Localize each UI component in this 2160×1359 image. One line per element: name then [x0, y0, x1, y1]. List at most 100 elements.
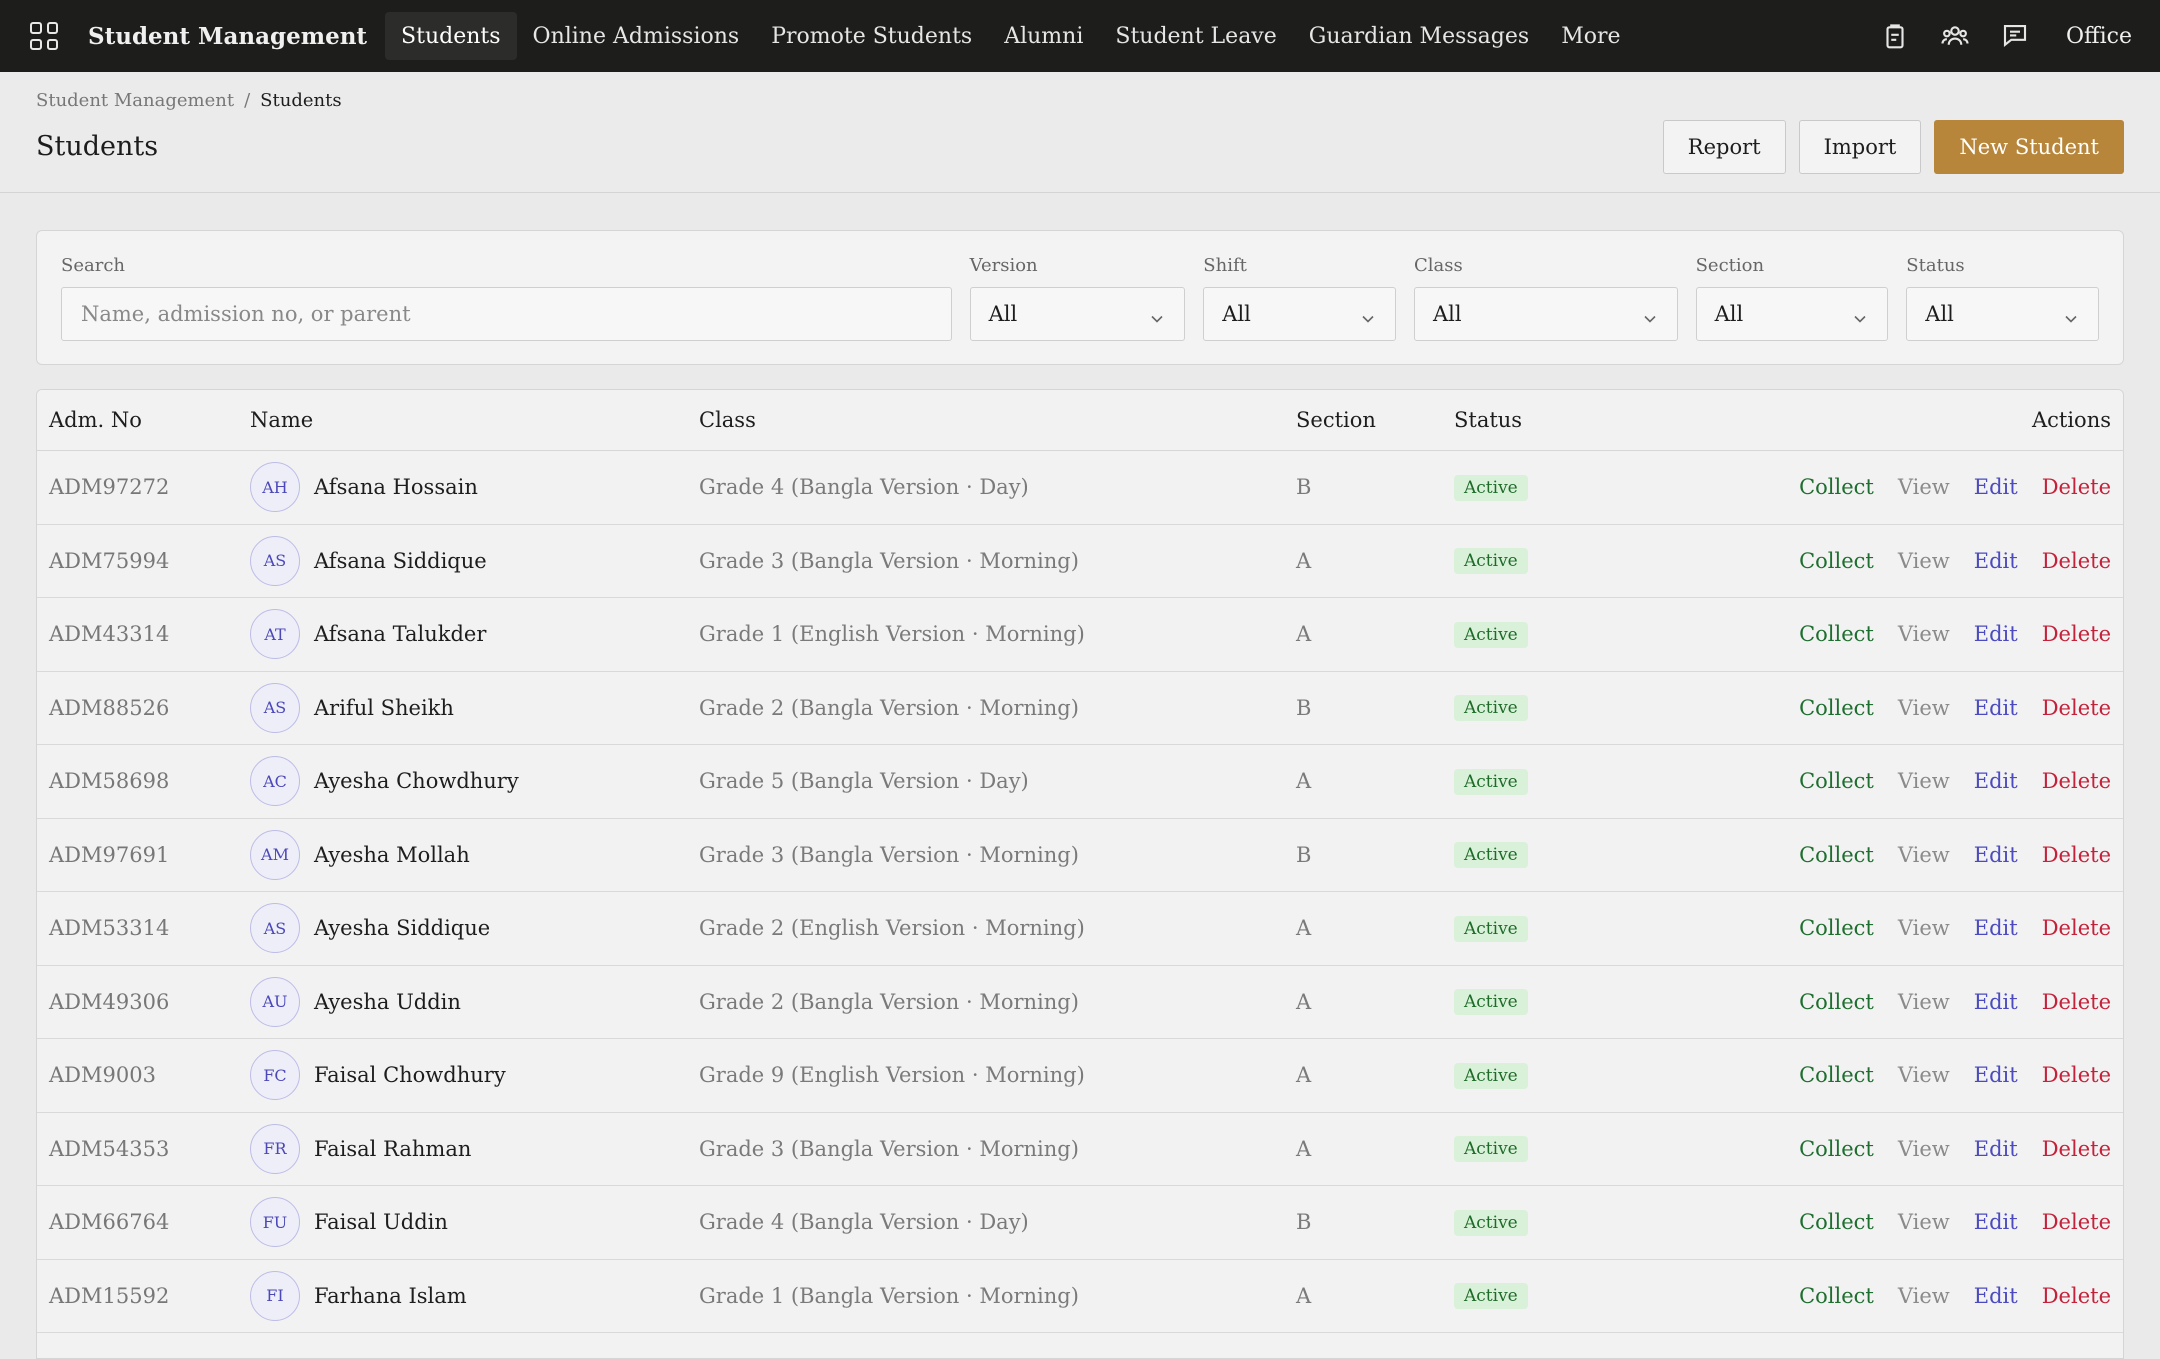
nav-item-student-leave[interactable]: Student Leave: [1099, 12, 1292, 60]
table-row[interactable]: ADM75994 AS Afsana Siddique Grade 3 (Bangla…: [37, 525, 2123, 598]
student-name[interactable]: Faisal Rahman: [314, 1137, 471, 1161]
collect-link[interactable]: Collect: [1799, 622, 1874, 646]
users-icon[interactable]: [1938, 19, 1972, 53]
view-link[interactable]: View: [1898, 1137, 1950, 1161]
delete-link[interactable]: Delete: [2042, 622, 2111, 646]
student-name[interactable]: Ayesha Uddin: [314, 990, 461, 1014]
delete-link[interactable]: Delete: [2042, 1284, 2111, 1308]
header-class[interactable]: Class: [699, 408, 1296, 432]
header-name[interactable]: Name: [250, 408, 699, 432]
edit-link[interactable]: Edit: [1974, 1210, 2018, 1234]
delete-link[interactable]: Delete: [2042, 1210, 2111, 1234]
student-name[interactable]: Farhana Islam: [314, 1284, 467, 1308]
report-button[interactable]: Report: [1662, 120, 1786, 174]
student-name[interactable]: Faisal Uddin: [314, 1210, 448, 1234]
delete-link[interactable]: Delete: [2042, 916, 2111, 940]
shift-select[interactable]: All: [1203, 287, 1396, 341]
student-name[interactable]: Afsana Siddique: [314, 549, 487, 573]
table-row[interactable]: ADM53314 AS Ayesha Siddique Grade 2 (Englis…: [37, 892, 2123, 966]
student-name[interactable]: Ayesha Mollah: [314, 843, 470, 867]
apps-grid-icon[interactable]: [30, 22, 58, 50]
edit-link[interactable]: Edit: [1974, 769, 2018, 793]
view-link[interactable]: View: [1898, 475, 1950, 499]
header-section[interactable]: Section: [1296, 408, 1454, 432]
view-link[interactable]: View: [1898, 696, 1950, 720]
app-brand[interactable]: Student Management: [88, 23, 367, 50]
table-row[interactable]: ADM15592 FI Farhana Islam Grade 1 (Bangla V…: [37, 1260, 2123, 1333]
table-row[interactable]: ADM49306 AU Ayesha Uddin Grade 2 (Bangla Ve…: [37, 966, 2123, 1039]
student-name[interactable]: Ariful Sheikh: [314, 696, 454, 720]
table-row[interactable]: ADM88526 AS Ariful Sheikh Grade 2 (Bangla V…: [37, 672, 2123, 745]
view-link[interactable]: View: [1898, 769, 1950, 793]
nav-item-more[interactable]: More: [1545, 12, 1636, 60]
collect-link[interactable]: Collect: [1799, 769, 1874, 793]
delete-link[interactable]: Delete: [2042, 1137, 2111, 1161]
table-row[interactable]: ADM58698 AC Ayesha Chowdhury Grade 5 (Bangl…: [37, 745, 2123, 819]
table-row[interactable]: ADM97272 AH Afsana Hossain Grade 4 (Bangla …: [37, 451, 2123, 525]
edit-link[interactable]: Edit: [1974, 916, 2018, 940]
search-input[interactable]: Name, admission no, or parent: [61, 287, 952, 341]
version-select[interactable]: All: [969, 287, 1186, 341]
table-row[interactable]: ADM43314 AT Afsana Talukder Grade 1 (Englis…: [37, 598, 2123, 672]
collect-link[interactable]: Collect: [1799, 916, 1874, 940]
delete-link[interactable]: Delete: [2042, 475, 2111, 499]
edit-link[interactable]: Edit: [1974, 843, 2018, 867]
collect-link[interactable]: Collect: [1799, 990, 1874, 1014]
edit-link[interactable]: Edit: [1974, 475, 2018, 499]
student-name[interactable]: Afsana Talukder: [314, 622, 486, 646]
delete-link[interactable]: Delete: [2042, 696, 2111, 720]
new-student-button[interactable]: New Student: [1934, 120, 2124, 174]
collect-link[interactable]: Collect: [1799, 1063, 1874, 1087]
table-row[interactable]: ADM54353 FR Faisal Rahman Grade 3 (Bangla V…: [37, 1113, 2123, 1186]
student-name[interactable]: Ayesha Chowdhury: [314, 769, 519, 793]
view-link[interactable]: View: [1898, 916, 1950, 940]
edit-link[interactable]: Edit: [1974, 549, 2018, 573]
status-select[interactable]: All: [1906, 287, 2099, 341]
header-status[interactable]: Status: [1454, 408, 1754, 432]
view-link[interactable]: View: [1898, 549, 1950, 573]
chat-icon[interactable]: [1998, 19, 2032, 53]
student-name[interactable]: Ayesha Siddique: [314, 916, 490, 940]
delete-link[interactable]: Delete: [2042, 769, 2111, 793]
clipboard-icon[interactable]: [1878, 19, 1912, 53]
breadcrumb-parent[interactable]: Student Management: [36, 90, 234, 111]
delete-link[interactable]: Delete: [2042, 549, 2111, 573]
edit-link[interactable]: Edit: [1974, 1137, 2018, 1161]
edit-link[interactable]: Edit: [1974, 1063, 2018, 1087]
collect-link[interactable]: Collect: [1799, 696, 1874, 720]
collect-link[interactable]: Collect: [1799, 1137, 1874, 1161]
nav-item-guardian-messages[interactable]: Guardian Messages: [1293, 12, 1545, 60]
edit-link[interactable]: Edit: [1974, 622, 2018, 646]
collect-link[interactable]: Collect: [1799, 843, 1874, 867]
delete-link[interactable]: Delete: [2042, 1063, 2111, 1087]
view-link[interactable]: View: [1898, 843, 1950, 867]
nav-item-students[interactable]: Students: [385, 12, 517, 60]
import-button[interactable]: Import: [1798, 120, 1922, 174]
view-link[interactable]: View: [1898, 1210, 1950, 1234]
student-name[interactable]: Faisal Chowdhury: [314, 1063, 506, 1087]
collect-link[interactable]: Collect: [1799, 475, 1874, 499]
edit-link[interactable]: Edit: [1974, 1284, 2018, 1308]
view-link[interactable]: View: [1898, 1063, 1950, 1087]
collect-link[interactable]: Collect: [1799, 549, 1874, 573]
nav-item-online-admissions[interactable]: Online Admissions: [517, 12, 756, 60]
office-switcher[interactable]: Office: [2066, 24, 2132, 49]
collect-link[interactable]: Collect: [1799, 1284, 1874, 1308]
delete-link[interactable]: Delete: [2042, 843, 2111, 867]
view-link[interactable]: View: [1898, 622, 1950, 646]
student-name[interactable]: Afsana Hossain: [314, 475, 478, 499]
table-row[interactable]: ADM66764 FU Faisal Uddin Grade 4 (Bangla Ve…: [37, 1186, 2123, 1260]
edit-link[interactable]: Edit: [1974, 990, 2018, 1014]
view-link[interactable]: View: [1898, 990, 1950, 1014]
delete-link[interactable]: Delete: [2042, 990, 2111, 1014]
nav-item-promote-students[interactable]: Promote Students: [755, 12, 988, 60]
table-row[interactable]: ADM97691 AM Ayesha Mollah Grade 3 (Bangla V…: [37, 819, 2123, 892]
header-adm-no[interactable]: Adm. No: [37, 408, 250, 432]
view-link[interactable]: View: [1898, 1284, 1950, 1308]
class-select[interactable]: All: [1414, 287, 1678, 341]
table-row[interactable]: ADM9003 FC Faisal Chowdhury Grade 9 (Englis…: [37, 1039, 2123, 1113]
edit-link[interactable]: Edit: [1974, 696, 2018, 720]
nav-item-alumni[interactable]: Alumni: [988, 12, 1099, 60]
collect-link[interactable]: Collect: [1799, 1210, 1874, 1234]
section-select[interactable]: All: [1695, 287, 1889, 341]
